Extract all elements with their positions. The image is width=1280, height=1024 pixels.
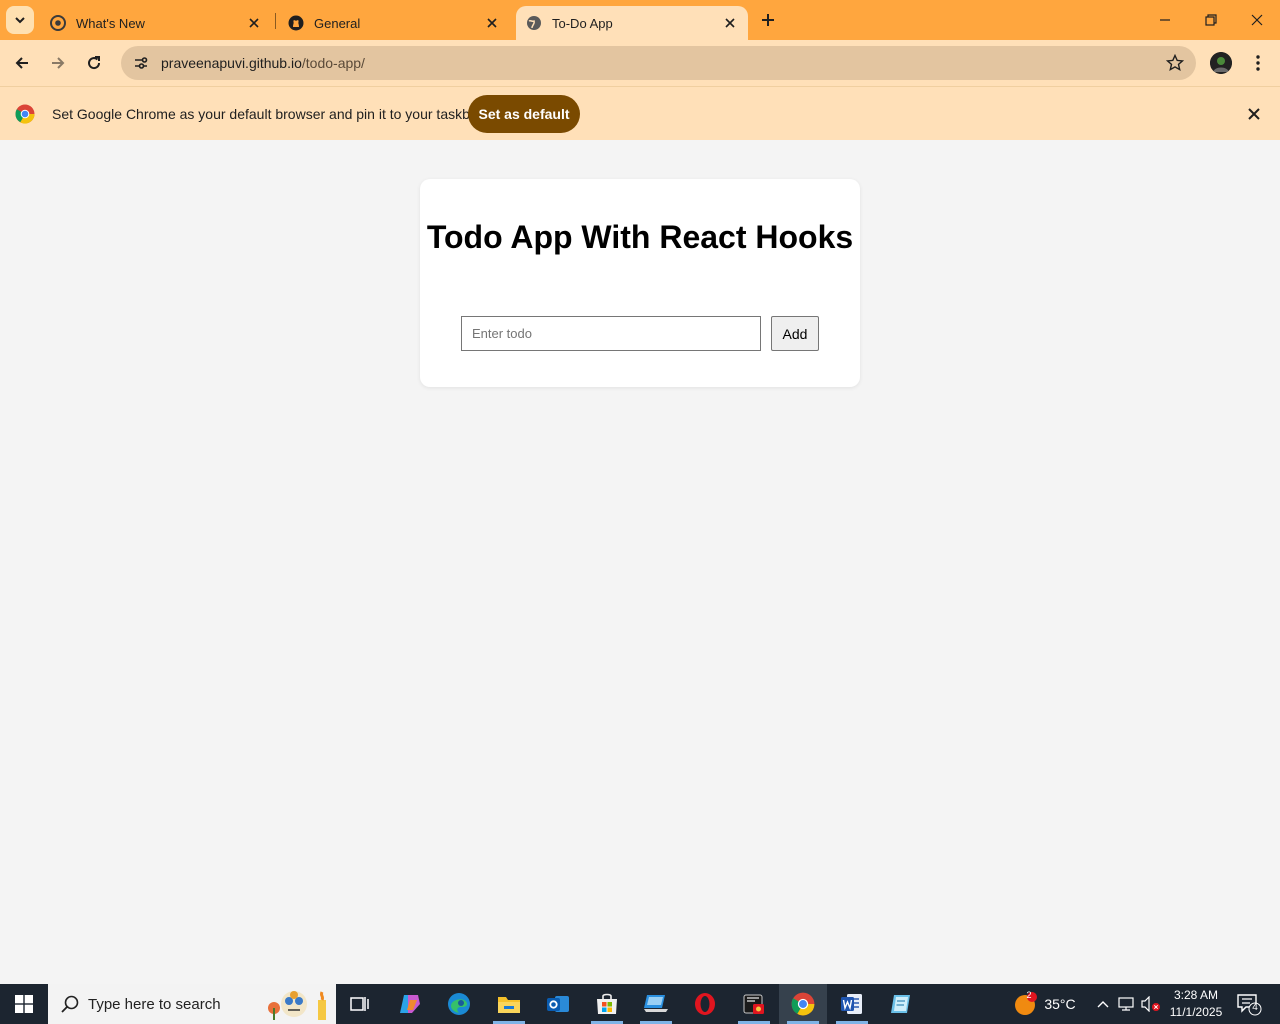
search-icon [61,995,79,1013]
clock-time: 3:28 AM [1173,988,1219,1002]
close-icon[interactable] [246,15,262,31]
windows-logo-icon [15,995,33,1013]
action-center-button[interactable]: 4 [1236,992,1262,1016]
media-app-button[interactable] [730,984,778,1024]
edge-icon [448,993,470,1015]
task-view-button[interactable] [336,984,384,1024]
file-explorer-icon [498,997,520,1013]
notepad-app-icon [891,995,910,1013]
taskbar-clock[interactable]: 3:28 AM 11/1/2025 [1164,987,1228,1021]
close-icon [1248,108,1260,120]
url-text: praveenapuvi.github.io/todo-app/ [161,55,365,71]
show-hidden-icons-button[interactable] [1092,984,1114,1024]
volume-muted-icon [1141,996,1160,1012]
back-arrow-icon [15,57,28,69]
tab-title: To-Do App [552,15,613,31]
file-explorer-button[interactable] [485,984,533,1024]
set-as-default-button[interactable]: Set as default [468,95,580,133]
plus-icon [762,14,774,26]
opera-button[interactable] [681,984,729,1024]
tab-search-button[interactable] [6,6,34,34]
page-title: Todo App With React Hooks [426,219,854,255]
task-view-icon [350,997,369,1011]
bookmark-star-icon[interactable] [1166,54,1184,72]
close-icon[interactable] [484,15,500,31]
restore-icon [1205,14,1217,26]
chevron-up-icon [1097,1001,1109,1008]
infobar-message: Set Google Chrome as your default browse… [52,106,483,122]
weather-temperature: 35°C [1044,996,1076,1012]
site-settings-icon[interactable] [125,49,157,77]
ms-store-button[interactable] [583,984,631,1024]
chrome-logo-icon [15,104,35,124]
reload-button[interactable] [78,47,110,79]
todo-card: Todo App With React Hooks Add [420,179,860,387]
tab-whats-new[interactable]: What's New [40,6,272,40]
todo-input[interactable] [461,316,761,351]
minimize-icon [1160,19,1170,21]
chrome-icon [791,992,815,1016]
word-icon [841,994,862,1014]
network-icon [1118,997,1134,1011]
notification-count: 4 [1252,1002,1258,1013]
outlook-icon [547,996,569,1012]
weather-widget[interactable]: 2 35°C [1008,984,1080,1024]
globe-icon [526,15,542,31]
browser-toolbar: praveenapuvi.github.io/todo-app/ [0,40,1280,86]
infobar-close-button[interactable] [1244,104,1264,124]
close-icon [1251,14,1263,26]
taskbar-search-box[interactable]: Type here to search [48,984,336,1024]
chrome-icon [50,15,66,31]
media-app-icon [743,994,764,1014]
copilot-button[interactable] [386,984,434,1024]
address-bar[interactable]: praveenapuvi.github.io/todo-app/ [121,46,1196,80]
clock-date: 11/1/2025 [1169,1005,1223,1019]
ms-store-icon [597,993,617,1014]
tab-general[interactable]: General [278,6,510,40]
browser-menu-button[interactable] [1246,51,1270,75]
edge-button[interactable] [435,984,483,1024]
url-path: /todo-app/ [301,55,365,71]
taskbar-search-placeholder: Type here to search [88,995,221,1013]
start-button[interactable] [0,984,48,1024]
tab-divider [275,13,276,29]
close-window-button[interactable] [1234,0,1280,40]
url-host: praveenapuvi.github.io [161,55,302,71]
chrome-taskbar-button[interactable] [779,984,827,1024]
forward-arrow-icon [52,57,65,69]
close-icon[interactable] [722,15,738,31]
forward-button[interactable] [42,47,74,79]
outlook-button[interactable] [534,984,582,1024]
profile-avatar[interactable] [1210,52,1232,74]
search-highlight-illustration-icon [268,991,326,1020]
tab-title: General [314,15,361,31]
minimize-button[interactable] [1142,0,1188,40]
back-button[interactable] [6,47,38,79]
copilot-icon [400,995,420,1013]
reload-icon [88,56,101,70]
chevron-down-icon [15,17,25,24]
github-icon [288,15,304,31]
restore-button[interactable] [1188,0,1234,40]
notepad-app-button[interactable] [877,984,925,1024]
tab-title: What's New [76,15,145,31]
word-button[interactable] [828,984,876,1024]
weather-badge: 2 [1026,990,1032,1000]
windows-taskbar: Type here to search 2 35°C 3:28 AM 11/1/… [0,984,1280,1024]
opera-icon [695,993,715,1015]
laptop-app-button[interactable] [632,984,680,1024]
laptop-app-icon [644,995,668,1012]
volume-button[interactable] [1140,984,1162,1024]
tab-todo-app[interactable]: To-Do App [516,6,748,40]
default-browser-infobar: Set Google Chrome as your default browse… [0,86,1280,140]
new-tab-button[interactable] [756,8,780,32]
network-button[interactable] [1116,984,1136,1024]
more-vert-icon [1256,55,1260,71]
tab-strip: What's New General To-Do App [0,0,1280,40]
add-button[interactable]: Add [771,316,819,351]
